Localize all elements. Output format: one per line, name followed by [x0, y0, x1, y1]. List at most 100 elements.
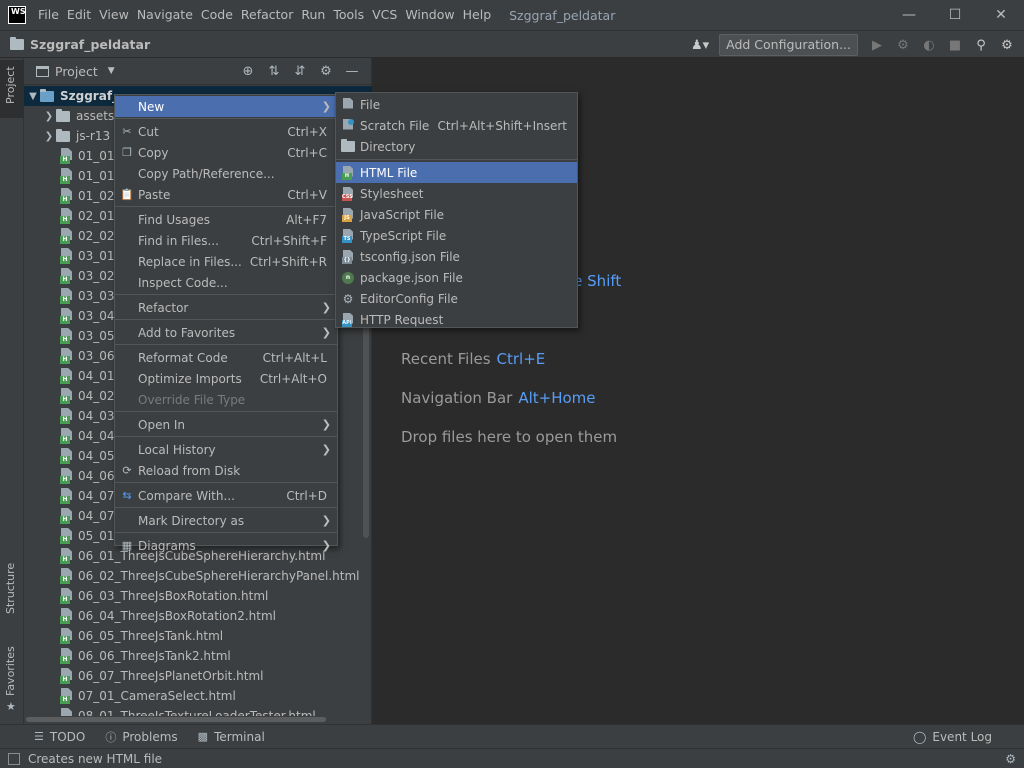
- debug-icon[interactable]: ⚙: [890, 38, 916, 53]
- menu-item-cut[interactable]: ✂ Cut Ctrl+X: [115, 121, 337, 142]
- tree-file[interactable]: H 06_06_ThreeJsTank2.html: [24, 646, 372, 666]
- menu-item-find-in-files[interactable]: Find in Files... Ctrl+Shift+F: [115, 230, 337, 251]
- html-file-icon: H: [60, 448, 74, 464]
- new-submenu: File Scratch File Ctrl+Alt+Shift+Insert …: [335, 92, 578, 328]
- new-editorconfig[interactable]: ⚙ EditorConfig File: [336, 288, 577, 309]
- collapse-all-icon[interactable]: ⇵: [287, 64, 313, 79]
- menu-item-find-usages[interactable]: Find Usages Alt+F7: [115, 209, 337, 230]
- tree-file[interactable]: H 06_03_ThreeJsBoxRotation.html: [24, 586, 372, 606]
- tree-file[interactable]: H 06_07_ThreeJsPlanetOrbit.html: [24, 666, 372, 686]
- stop-icon[interactable]: ■: [942, 38, 968, 53]
- tab-favorites-label: Favorites: [4, 646, 17, 696]
- new-tsconfig[interactable]: {} tsconfig.json File: [336, 246, 577, 267]
- tree-folder-label: js-r13: [76, 129, 111, 143]
- menu-item-new[interactable]: New ❯: [115, 96, 337, 117]
- settings-gear-icon[interactable]: ⚙: [1005, 752, 1016, 766]
- search-icon[interactable]: ⚲: [968, 38, 994, 53]
- menu-bar: File Edit View Navigate Code Refactor Ru…: [34, 0, 495, 30]
- tool-event-log[interactable]: ◯ Event Log: [913, 725, 992, 749]
- close-button[interactable]: ✕: [978, 0, 1024, 30]
- tool-windows-toggle-icon[interactable]: [8, 752, 20, 765]
- tab-structure[interactable]: Structure: [0, 562, 24, 632]
- submenu-arrow-icon: ❯: [321, 443, 331, 456]
- html-file-icon: H: [60, 608, 74, 624]
- project-window-icon: [36, 65, 49, 77]
- menu-item-refactor[interactable]: Refactor ❯: [115, 297, 337, 318]
- menu-item-open-in[interactable]: Open In ❯: [115, 414, 337, 435]
- menu-code[interactable]: Code: [197, 0, 237, 30]
- gear-icon[interactable]: ⚙: [994, 38, 1020, 53]
- css-file-icon: CSS: [342, 186, 354, 201]
- menu-help[interactable]: Help: [459, 0, 496, 30]
- coverage-icon[interactable]: ◐: [916, 38, 942, 53]
- new-package-json[interactable]: n package.json File: [336, 267, 577, 288]
- minimize-button[interactable]: —: [886, 0, 932, 30]
- menu-item-reformat-code[interactable]: Reformat Code Ctrl+Alt+L: [115, 347, 337, 368]
- html-file-icon: H: [60, 548, 74, 564]
- menu-item-replace-in-files[interactable]: Replace in Files... Ctrl+Shift+R: [115, 251, 337, 272]
- user-icon[interactable]: ♟▾: [687, 38, 713, 53]
- tab-favorites[interactable]: Favorites ★: [0, 646, 24, 718]
- menu-edit[interactable]: Edit: [63, 0, 95, 30]
- tool-terminal[interactable]: ▩ Terminal: [198, 730, 265, 744]
- html-file-icon: H: [60, 688, 74, 704]
- expand-all-icon[interactable]: ⇅: [261, 64, 287, 79]
- menu-run[interactable]: Run: [297, 0, 329, 30]
- menu-item-inspect-code[interactable]: Inspect Code...: [115, 272, 337, 293]
- tree-folder-label: assets: [76, 109, 115, 123]
- project-panel-header: Project ▼ ⊕ ⇅ ⇵ ⚙ —: [24, 58, 371, 85]
- new-file[interactable]: File: [336, 94, 577, 115]
- menu-navigate[interactable]: Navigate: [133, 0, 197, 30]
- new-stylesheet[interactable]: CSS Stylesheet: [336, 183, 577, 204]
- menu-item-copy[interactable]: ❐ Copy Ctrl+C: [115, 142, 337, 163]
- project-view-selector[interactable]: Project ▼: [36, 64, 115, 79]
- menu-vcs[interactable]: VCS: [368, 0, 401, 30]
- menu-item-optimize-imports[interactable]: Optimize Imports Ctrl+Alt+O: [115, 368, 337, 389]
- terminal-icon: ▩: [197, 730, 209, 743]
- menu-item-local-history[interactable]: Local History ❯: [115, 439, 337, 460]
- new-scratch-file[interactable]: Scratch File Ctrl+Alt+Shift+Insert: [336, 115, 577, 136]
- tool-todo[interactable]: ☰ TODO: [34, 730, 85, 744]
- ts-file-icon: TS: [342, 228, 354, 243]
- menu-item-compare-with[interactable]: ⇆ Compare With... Ctrl+D: [115, 485, 337, 506]
- menu-item-paste[interactable]: 📋 Paste Ctrl+V: [115, 184, 337, 205]
- new-javascript-file[interactable]: JS JavaScript File: [336, 204, 577, 225]
- tab-project[interactable]: Project: [0, 60, 24, 118]
- menu-refactor[interactable]: Refactor: [237, 0, 297, 30]
- html-file-icon: H: [60, 168, 74, 184]
- run-icon[interactable]: ▶: [864, 38, 890, 53]
- collapse-arrow-icon: ❯: [44, 130, 54, 142]
- tree-file[interactable]: H 06_05_ThreeJsTank.html: [24, 626, 372, 646]
- new-http-request[interactable]: API HTTP Request: [336, 309, 577, 330]
- menu-tools[interactable]: Tools: [329, 0, 368, 30]
- project-panel-actions: ⊕ ⇅ ⇵ ⚙ —: [235, 58, 365, 85]
- tree-file[interactable]: H 07_01_CameraSelect.html: [24, 686, 372, 706]
- horizontal-scrollbar[interactable]: [26, 717, 326, 722]
- new-directory[interactable]: Directory: [336, 136, 577, 157]
- menu-file[interactable]: File: [34, 0, 63, 30]
- maximize-button[interactable]: ☐: [932, 0, 978, 30]
- html-file-icon: H: [60, 188, 74, 204]
- tree-file[interactable]: H 06_02_ThreeJsCubeSphereHierarchyPanel.h…: [24, 566, 372, 586]
- tree-file[interactable]: H 06_04_ThreeJsBoxRotation2.html: [24, 606, 372, 626]
- menu-item-mark-directory-as[interactable]: Mark Directory as ❯: [115, 510, 337, 531]
- add-configuration-button[interactable]: Add Configuration...: [719, 34, 858, 56]
- tool-problems[interactable]: ⓘ Problems: [105, 729, 177, 745]
- locate-icon[interactable]: ⊕: [235, 64, 261, 79]
- html-file-icon: H: [60, 288, 74, 304]
- menu-window[interactable]: Window: [401, 0, 458, 30]
- tree-file[interactable]: H 08_01_ThreeJsTextureLoaderTester.html: [24, 706, 372, 716]
- hide-icon[interactable]: —: [339, 64, 365, 79]
- new-html-file[interactable]: H HTML File: [336, 162, 577, 183]
- menu-view[interactable]: View: [95, 0, 133, 30]
- menu-item-add-to-favorites[interactable]: Add to Favorites ❯: [115, 322, 337, 343]
- menu-item-diagrams[interactable]: ▦ Diagrams ❯: [115, 535, 337, 556]
- new-typescript-file[interactable]: TS TypeScript File: [336, 225, 577, 246]
- tree-file-label: 07_01_CameraSelect.html: [78, 689, 236, 703]
- gear-icon[interactable]: ⚙: [313, 64, 339, 79]
- status-bar: Creates new HTML file ⚙: [0, 748, 1024, 768]
- menu-item-reload-from-disk[interactable]: ⟳ Reload from Disk: [115, 460, 337, 481]
- breadcrumb-project[interactable]: Szggraf_peldatar: [10, 36, 150, 52]
- menu-item-copy-path[interactable]: Copy Path/Reference...: [115, 163, 337, 184]
- submenu-arrow-icon: ❯: [321, 418, 331, 431]
